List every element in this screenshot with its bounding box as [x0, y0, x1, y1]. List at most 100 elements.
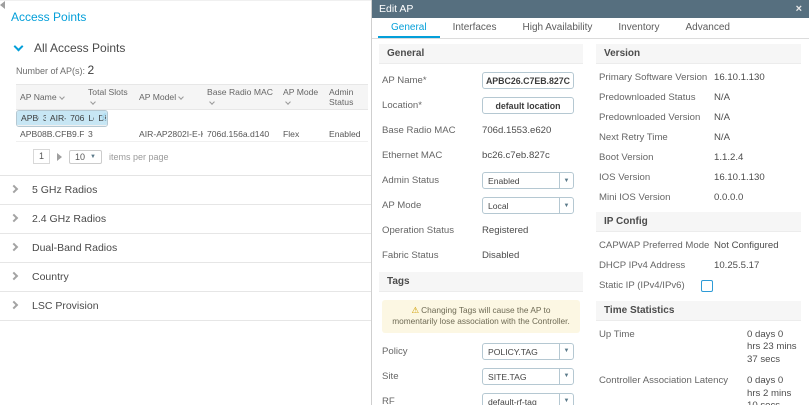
policy-tag-select[interactable]: POLICY.TAG ▼	[482, 342, 574, 360]
chevron-down-icon: ▼	[559, 368, 573, 384]
prev-page-icon	[0, 1, 5, 9]
section-lsc-provision[interactable]: LSC Provision	[0, 292, 371, 321]
table-row[interactable]: APB08B.CFB9.F758 3 AIR-AP2802I-E-K9 706d…	[16, 127, 368, 142]
field-next-retry-time: Next Retry Time N/A	[599, 132, 799, 143]
cell-base-radio-mac[interactable]: 706d.1553.e620	[66, 111, 85, 126]
static-ip-checkbox[interactable]	[701, 280, 713, 292]
page-size-select[interactable]: 10 ▼	[69, 149, 102, 164]
fabric-status-label: Fabric Status	[382, 250, 439, 261]
column-header-base-radio-mac[interactable]: Base Radio MAC	[203, 84, 279, 110]
chevron-right-icon	[9, 184, 19, 193]
field-boot-version: Boot Version 1.1.2.4	[599, 152, 799, 163]
admin-status-select[interactable]: Enabled ▼	[482, 172, 574, 189]
rf-tag-label: RF	[382, 395, 395, 405]
base-radio-mac-label: Base Radio MAC	[382, 125, 456, 136]
column-header-ap-name[interactable]: AP Name	[16, 84, 84, 110]
column-header-admin-status[interactable]: Admin Status	[325, 84, 368, 110]
rf-tag-select[interactable]: default-rf-tag ▼	[482, 392, 574, 405]
cell-admin-status[interactable]: Disabled	[94, 111, 107, 126]
access-points-page: Access Points All Access Points Number o…	[0, 0, 371, 405]
cell-ap-name[interactable]: APBC26.C7EB.827C	[17, 111, 39, 126]
time-statistics-section-heading: Time Statistics	[596, 301, 801, 321]
section-label: Dual-Band Radios	[32, 242, 118, 254]
tab-inventory[interactable]: Inventory	[605, 18, 672, 38]
table-row-selected[interactable]: APBC26.C7EB.827C 3 AIR-AP2802I-E-K9 706d…	[16, 110, 108, 127]
dialog-left-column: General AP Name* Location* Base Radio MA…	[379, 44, 583, 405]
field-operation-status: Operation Status Registered	[382, 222, 581, 239]
tab-interfaces[interactable]: Interfaces	[440, 18, 510, 38]
ap-name-label: AP Name*	[382, 75, 427, 86]
section-24ghz-radios[interactable]: 2.4 GHz Radios	[0, 205, 371, 234]
ap-name-input[interactable]	[482, 72, 574, 89]
cell-admin-status[interactable]: Enabled	[325, 127, 368, 142]
site-tag-label: Site	[382, 370, 399, 382]
cell-base-radio-mac[interactable]: 706d.156a.d140	[203, 127, 279, 142]
column-header-label: AP Mode	[283, 87, 319, 97]
column-header-label: Base Radio MAC	[207, 87, 273, 97]
location-input[interactable]	[482, 97, 574, 114]
field-value: N/A	[714, 112, 730, 123]
chevron-right-icon	[9, 242, 19, 251]
cell-total-slots[interactable]: 3	[38, 111, 46, 126]
capwap-value: Not Configured	[714, 240, 779, 251]
next-page-button[interactable]	[57, 152, 63, 161]
cell-ap-model[interactable]: AIR-AP2802I-E-K9	[45, 111, 67, 126]
sort-chevron-icon[interactable]	[209, 99, 215, 105]
cell-ap-name[interactable]: APB08B.CFB9.F758	[16, 127, 84, 142]
chevron-down-icon: ▼	[90, 153, 96, 160]
admin-status-selected-value: Enabled	[488, 176, 520, 186]
section-label: Country	[32, 271, 69, 283]
items-per-page-label: items per page	[108, 151, 169, 162]
sort-chevron-icon[interactable]	[90, 99, 96, 105]
field-predownloaded-version: Predownloaded Version N/A	[599, 112, 799, 123]
chevron-down-icon	[13, 41, 24, 52]
table-header-row: AP Name Total Slots AP Model Base Radio …	[16, 84, 368, 110]
field-value: 16.10.1.130	[714, 72, 765, 83]
field-policy-tag: Policy POLICY.TAG ▼	[382, 342, 581, 360]
dialog-title: Edit AP	[379, 3, 414, 15]
sort-chevron-icon[interactable]	[285, 99, 291, 105]
up-time-label: Up Time	[599, 329, 635, 340]
section-dual-band-radios[interactable]: Dual-Band Radios	[0, 234, 371, 263]
column-header-total-slots[interactable]: Total Slots	[84, 84, 135, 110]
column-header-label: AP Model	[139, 92, 177, 102]
field-base-radio-mac: Base Radio MAC 706d.1553.e620	[382, 122, 581, 139]
site-tag-select[interactable]: SITE.TAG ▼	[482, 367, 574, 385]
field-value: 16.10.1.130	[714, 172, 765, 183]
up-time-value: 0 days 0 hrs 23 mins 37 secs	[747, 329, 797, 365]
page-number[interactable]: 1	[33, 149, 51, 164]
field-value: N/A	[714, 92, 730, 103]
column-header-ap-model[interactable]: AP Model	[135, 84, 203, 110]
tab-high-availability[interactable]: High Availability	[510, 18, 606, 38]
sort-chevron-icon[interactable]	[178, 94, 184, 100]
base-radio-mac-value: 706d.1553.e620	[482, 125, 552, 136]
section-country[interactable]: Country	[0, 263, 371, 292]
section-5ghz-radios[interactable]: 5 GHz Radios	[0, 176, 371, 205]
chevron-down-icon: ▼	[559, 343, 573, 359]
field-ethernet-mac: Ethernet MAC bc26.c7eb.827c	[382, 147, 581, 164]
tags-warning-banner: ⚠ Changing Tags will cause the AP to mome…	[382, 300, 580, 333]
cell-ap-mode[interactable]: Flex	[279, 127, 325, 142]
operation-status-label: Operation Status	[382, 225, 454, 236]
column-header-ap-mode[interactable]: AP Mode	[279, 84, 325, 110]
ethernet-mac-value: bc26.c7eb.827c	[482, 150, 550, 161]
all-access-points-toggle[interactable]: All Access Points	[0, 24, 371, 55]
field-label: Mini IOS Version	[599, 192, 671, 203]
latency-value: 0 days 0 hrs 2 mins 10 secs	[747, 375, 792, 405]
cell-total-slots[interactable]: 3	[84, 127, 135, 142]
ap-mode-select[interactable]: Local ▼	[482, 197, 574, 214]
tab-advanced[interactable]: Advanced	[673, 18, 743, 38]
tab-general[interactable]: General	[378, 18, 440, 38]
capwap-label: CAPWAP Preferred Mode	[599, 240, 710, 251]
chevron-right-icon	[9, 300, 19, 309]
cell-ap-mode[interactable]: Local	[84, 111, 95, 126]
ip-config-section-heading: IP Config	[596, 212, 801, 232]
field-value: 1.1.2.4	[714, 152, 744, 163]
close-icon[interactable]: ×	[796, 3, 802, 15]
chevron-right-icon	[9, 271, 19, 280]
sort-chevron-icon[interactable]	[58, 94, 65, 100]
fabric-status-value: Disabled	[482, 250, 520, 261]
admin-status-label: Admin Status	[382, 175, 440, 186]
field-ios-version: IOS Version 16.10.1.130	[599, 172, 799, 183]
cell-ap-model[interactable]: AIR-AP2802I-E-K9	[135, 127, 203, 142]
